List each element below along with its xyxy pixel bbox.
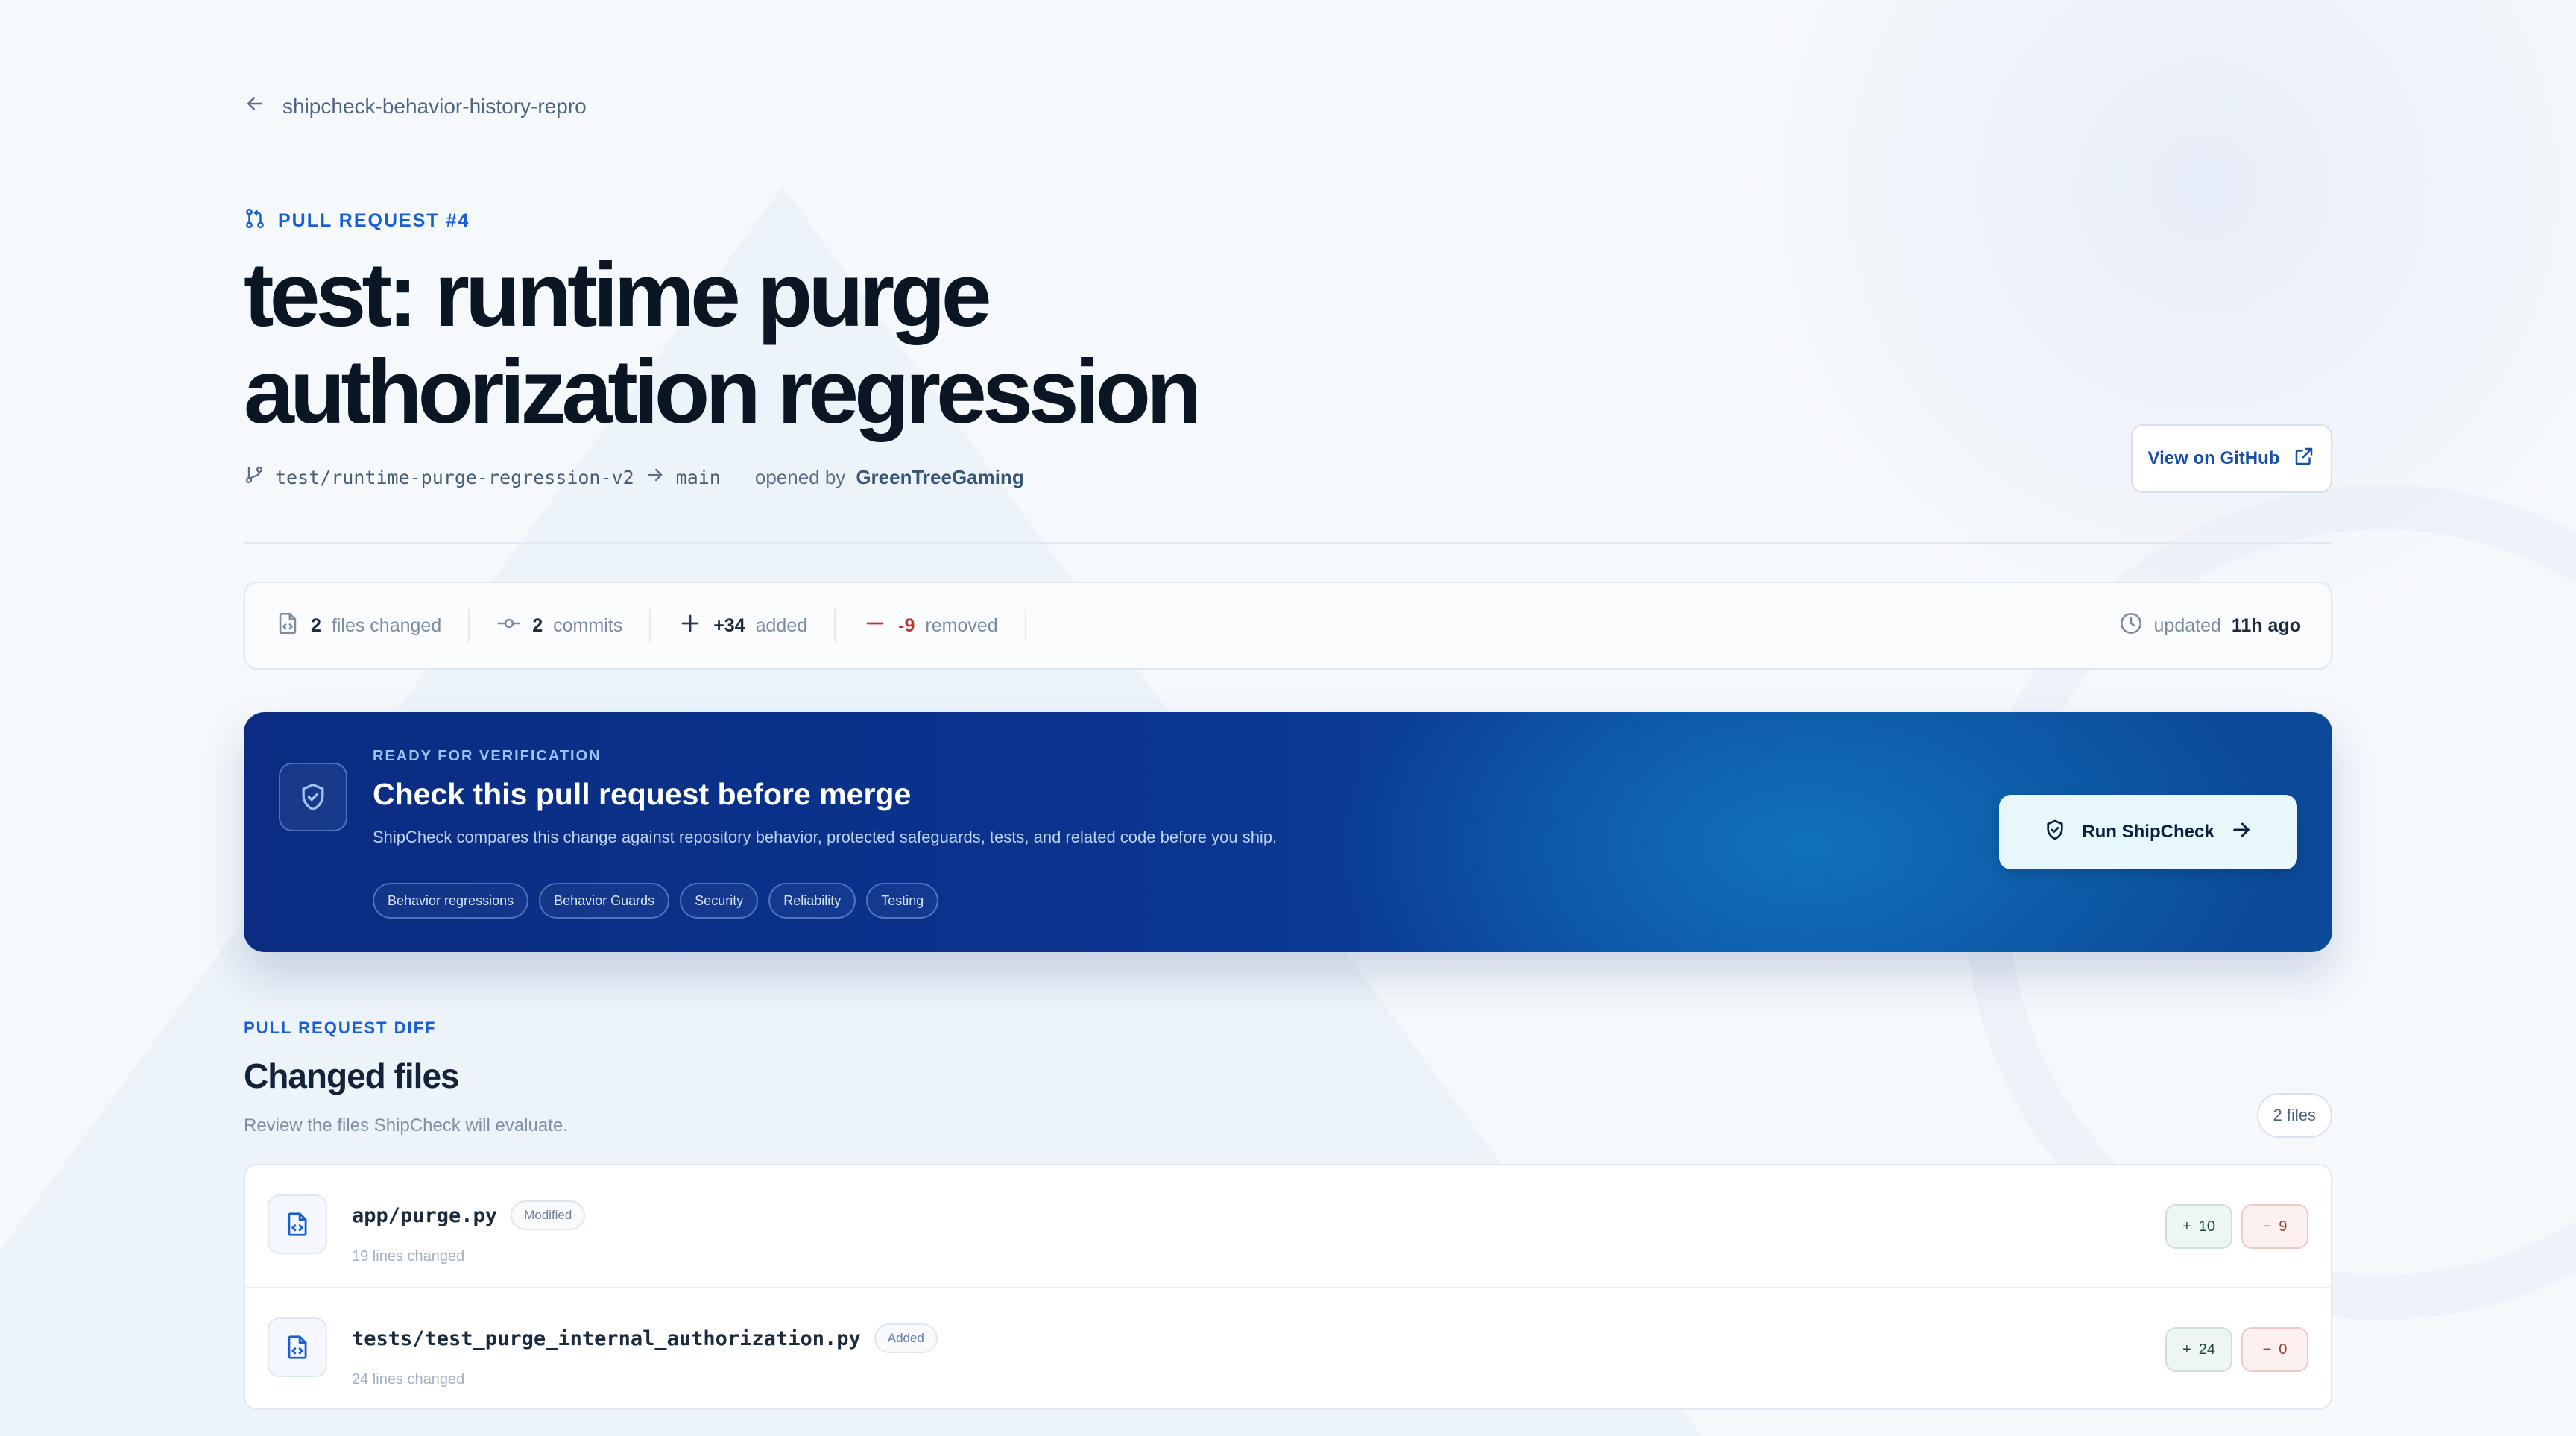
run-shipcheck-button[interactable]: Run ShipCheck <box>1999 795 2297 869</box>
file-delta: + 10 − 9 <box>2165 1204 2308 1249</box>
view-on-github-button[interactable]: View on GitHub <box>2131 424 2332 493</box>
pull-request-icon <box>244 207 266 235</box>
diff-subtitle: Review the files ShipCheck will evaluate… <box>244 1115 568 1136</box>
file-status-badge: Modified <box>511 1200 586 1230</box>
stats-bar: 2 files changed 2 commits +34 added -9 r… <box>244 582 2332 670</box>
pr-meta: test/runtime-purge-regression-v2 main op… <box>244 465 1024 491</box>
lines-added-pill: + 24 <box>2165 1327 2232 1372</box>
commits-label: commits <box>553 614 623 636</box>
minus-icon: − <box>2262 1218 2272 1235</box>
stat-commits: 2 commits <box>470 609 651 642</box>
file-lines-changed: 24 lines changed <box>352 1371 465 1388</box>
removed-label: removed <box>925 614 998 636</box>
clock-icon <box>2118 611 2144 641</box>
lines-removed-value: 9 <box>2279 1218 2288 1235</box>
arrow-right-icon <box>645 465 666 491</box>
file-name-line: tests/test_purge_internal_authorization.… <box>352 1323 938 1353</box>
header-divider <box>244 542 2332 544</box>
verification-banner: READY FOR VERIFICATION Check this pull r… <box>244 712 2332 952</box>
chip-testing: Testing <box>866 883 939 919</box>
lines-added-pill: + 10 <box>2165 1204 2232 1249</box>
back-link-label: shipcheck-behavior-history-repro <box>282 94 587 118</box>
file-lines-changed: 19 lines changed <box>352 1248 465 1265</box>
file-name-line: app/purge.py Modified <box>352 1200 586 1230</box>
lines-removed-pill: − 0 <box>2241 1327 2308 1372</box>
lines-removed-pill: − 9 <box>2241 1204 2308 1249</box>
shield-check-icon <box>2043 818 2067 847</box>
file-path: tests/test_purge_internal_authorization.… <box>352 1326 861 1350</box>
lines-added-value: 24 <box>2198 1341 2215 1358</box>
chip-reliability: Reliability <box>768 883 856 919</box>
file-row[interactable]: app/purge.py Modified 19 lines changed +… <box>245 1165 2331 1288</box>
changed-files-list: app/purge.py Modified 19 lines changed +… <box>244 1164 2332 1410</box>
stat-updated: updated 11h ago <box>2118 611 2301 641</box>
external-link-icon <box>2293 445 2315 473</box>
banner-chips: Behavior regressions Behavior Guards Sec… <box>373 883 939 919</box>
file-code-icon <box>268 1194 327 1254</box>
file-code-icon <box>268 1317 327 1377</box>
file-code-icon <box>275 611 300 641</box>
lines-removed-value: 0 <box>2279 1341 2288 1358</box>
chip-behavior-guards: Behavior Guards <box>539 883 670 919</box>
plus-icon: + <box>2182 1218 2191 1235</box>
files-count: 2 <box>311 614 321 636</box>
files-label: files changed <box>331 614 442 636</box>
stat-files: 2 files changed <box>275 609 470 642</box>
chip-behavior-regressions: Behavior regressions <box>373 883 529 919</box>
minus-icon: − <box>2262 1341 2272 1358</box>
run-shipcheck-label: Run ShipCheck <box>2082 822 2214 842</box>
files-count-badge: 2 files <box>2256 1093 2332 1138</box>
plus-icon: + <box>2182 1341 2191 1358</box>
target-branch: main <box>675 467 721 488</box>
removed-count: -9 <box>898 614 915 636</box>
author-name[interactable]: GreenTreeGaming <box>856 466 1023 489</box>
page-title: test: runtime purge authorization regres… <box>244 244 1202 442</box>
diff-eyebrow: PULL REQUEST DIFF <box>244 1018 437 1037</box>
stat-added: +34 added <box>651 609 836 642</box>
opened-by-label: opened by <box>754 466 846 488</box>
chip-security: Security <box>680 883 759 919</box>
view-on-github-label: View on GitHub <box>2147 448 2280 468</box>
banner-description: ShipCheck compares this change against r… <box>373 828 1278 846</box>
pr-eyebrow: PULL REQUEST #4 <box>244 207 470 235</box>
banner-kicker: READY FOR VERIFICATION <box>373 748 602 764</box>
lines-added-value: 10 <box>2198 1218 2215 1235</box>
arrow-left-icon <box>244 92 266 120</box>
source-branch: test/runtime-purge-regression-v2 <box>275 467 634 488</box>
file-path: app/purge.py <box>352 1203 498 1227</box>
file-row[interactable]: tests/test_purge_internal_authorization.… <box>245 1288 2331 1410</box>
minus-icon <box>862 611 888 641</box>
stat-removed: -9 removed <box>836 609 1026 642</box>
updated-value: 11h ago <box>2231 614 2301 636</box>
updated-label: updated <box>2153 614 2221 636</box>
arrow-right-icon <box>2229 818 2253 847</box>
pr-number: PULL REQUEST #4 <box>278 210 470 231</box>
added-count: +34 <box>713 614 745 636</box>
shield-check-icon <box>279 763 347 831</box>
file-status-badge: Added <box>874 1323 938 1353</box>
commit-icon <box>496 611 522 641</box>
plus-icon <box>678 611 703 641</box>
branch-icon <box>244 465 265 491</box>
back-link[interactable]: shipcheck-behavior-history-repro <box>244 92 587 120</box>
diff-title: Changed files <box>244 1056 460 1095</box>
added-label: added <box>755 614 808 636</box>
banner-title: Check this pull request before merge <box>373 777 912 811</box>
commits-count: 2 <box>532 614 543 636</box>
file-delta: + 24 − 0 <box>2165 1327 2308 1372</box>
